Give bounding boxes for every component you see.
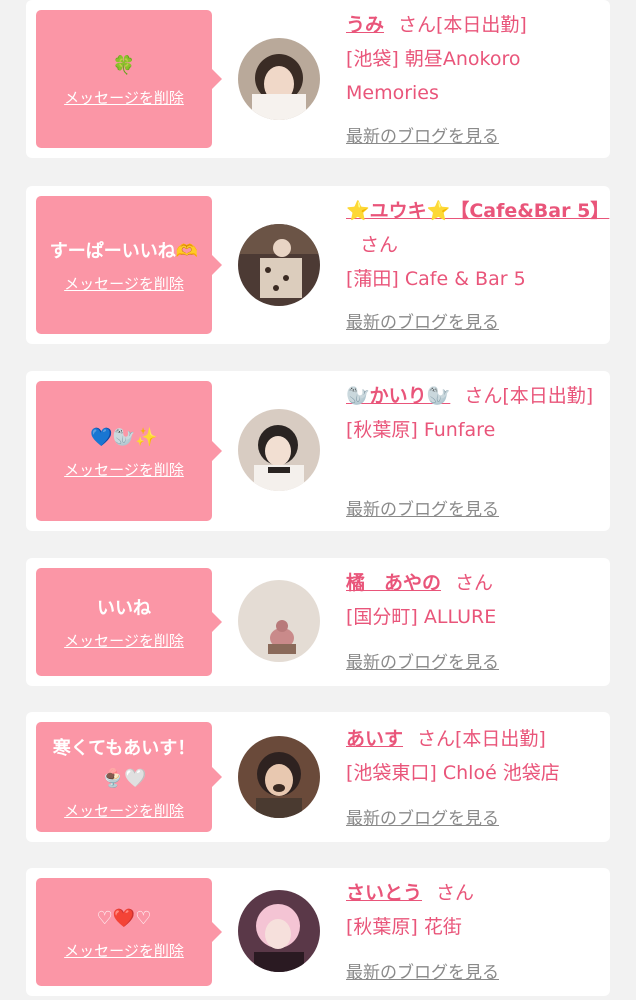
message-text: すーぱーいいね🫶: [49, 240, 199, 262]
message-text: 💙🦭✨: [90, 426, 158, 448]
shop-name: [池袋] 朝昼Anokoro Memories: [346, 48, 521, 104]
message-bubble: 🍀 メッセージを削除: [36, 10, 222, 148]
cast-name-link[interactable]: 🦭かいり🦭: [346, 385, 450, 407]
avatar-photo-icon: [238, 736, 320, 818]
delete-message-link[interactable]: メッセージを削除: [64, 940, 184, 961]
san-status: さん: [360, 234, 399, 256]
message-card: ♡❤️♡ メッセージを削除 さいとう さん [秋葉原] 花街 最新のブログを見る: [26, 868, 610, 996]
avatar[interactable]: [238, 580, 320, 662]
shop-name: [秋葉原] Funfare: [346, 419, 496, 441]
delete-message-link[interactable]: メッセージを削除: [64, 459, 184, 480]
san-status: さん: [436, 882, 475, 904]
message-bubble: すーぱーいいね🫶 メッセージを削除: [36, 196, 222, 334]
cast-info: さいとう さん [秋葉原] 花街: [346, 876, 604, 944]
delete-message-link[interactable]: メッセージを削除: [64, 630, 184, 651]
avatar[interactable]: [238, 38, 320, 120]
cast-name-link[interactable]: ⭐ユウキ⭐【Cafe&Bar 5】: [346, 200, 609, 222]
message-bubble: 寒くてもあいす！🍨🤍 メッセージを削除: [36, 722, 222, 832]
avatar-photo-icon: [238, 890, 320, 972]
shop-name: [池袋東口] Chloé 池袋店: [346, 762, 560, 784]
san-status: さん[本日出勤]: [464, 385, 594, 407]
avatar-photo-icon: [238, 580, 320, 662]
message-bubble: 💙🦭✨ メッセージを削除: [36, 381, 222, 521]
avatar-photo-icon: [238, 38, 320, 120]
cast-info: うみ さん[本日出勤] [池袋] 朝昼Anokoro Memories: [346, 8, 604, 110]
view-blog-link[interactable]: 最新のブログを見る: [346, 495, 499, 520]
shop-name: [秋葉原] 花街: [346, 916, 462, 938]
message-text: 寒くてもあいす！🍨🤍: [52, 737, 196, 789]
cast-info: 橘 あやの さん [国分町] ALLURE: [346, 566, 604, 634]
view-blog-link[interactable]: 最新のブログを見る: [346, 958, 499, 983]
view-blog-link[interactable]: 最新のブログを見る: [346, 648, 499, 673]
message-card: 💙🦭✨ メッセージを削除 🦭かいり🦭 さん[本日出勤] [秋葉原] Funfare…: [26, 371, 610, 531]
shop-name: [蒲田] Cafe & Bar 5: [346, 268, 526, 290]
cast-info: 🦭かいり🦭 さん[本日出勤] [秋葉原] Funfare: [346, 379, 604, 447]
cast-info: あいす さん[本日出勤] [池袋東口] Chloé 池袋店: [346, 722, 604, 790]
message-bubble: いいね メッセージを削除: [36, 568, 222, 676]
san-status: さん[本日出勤]: [398, 14, 527, 36]
avatar-photo-icon: [238, 224, 320, 306]
shop-name: [国分町] ALLURE: [346, 606, 497, 628]
delete-message-link[interactable]: メッセージを削除: [64, 87, 184, 108]
view-blog-link[interactable]: 最新のブログを見る: [346, 804, 499, 829]
message-text: ♡❤️♡: [96, 907, 152, 929]
delete-message-link[interactable]: メッセージを削除: [64, 800, 184, 821]
message-card: 🍀 メッセージを削除 うみ さん[本日出勤] [池袋] 朝昼Anokoro Mem…: [26, 0, 610, 158]
cast-info: ⭐ユウキ⭐【Cafe&Bar 5】さん [蒲田] Cafe & Bar 5: [346, 194, 609, 296]
message-card: 寒くてもあいす！🍨🤍 メッセージを削除 あいす さん[本日出勤] [池袋東口] C…: [26, 712, 610, 842]
cast-name-link[interactable]: あいす: [346, 728, 403, 750]
cast-name-link[interactable]: 橘 あやの: [346, 572, 441, 594]
message-card: すーぱーいいね🫶 メッセージを削除 ⭐ユウキ⭐【Cafe&Bar 5】さん [蒲…: [26, 186, 610, 344]
avatar[interactable]: [238, 736, 320, 818]
message-text: 🍀: [112, 54, 136, 76]
message-card: いいね メッセージを削除 橘 あやの さん [国分町] ALLURE 最新のブログ…: [26, 558, 610, 686]
avatar[interactable]: [238, 224, 320, 306]
cast-name-link[interactable]: うみ: [346, 14, 384, 36]
san-status: さん: [455, 572, 494, 594]
message-bubble: ♡❤️♡ メッセージを削除: [36, 878, 222, 986]
cast-name-link[interactable]: さいとう: [346, 882, 422, 904]
avatar[interactable]: [238, 890, 320, 972]
delete-message-link[interactable]: メッセージを削除: [64, 273, 184, 294]
message-text: いいね: [97, 597, 151, 619]
avatar-photo-icon: [238, 409, 320, 491]
view-blog-link[interactable]: 最新のブログを見る: [346, 122, 499, 147]
view-blog-link[interactable]: 最新のブログを見る: [346, 308, 499, 333]
avatar[interactable]: [238, 409, 320, 491]
san-status: さん[本日出勤]: [417, 728, 546, 750]
favorites-list: 🍀 メッセージを削除 うみ さん[本日出勤] [池袋] 朝昼Anokoro Mem…: [0, 0, 636, 1000]
